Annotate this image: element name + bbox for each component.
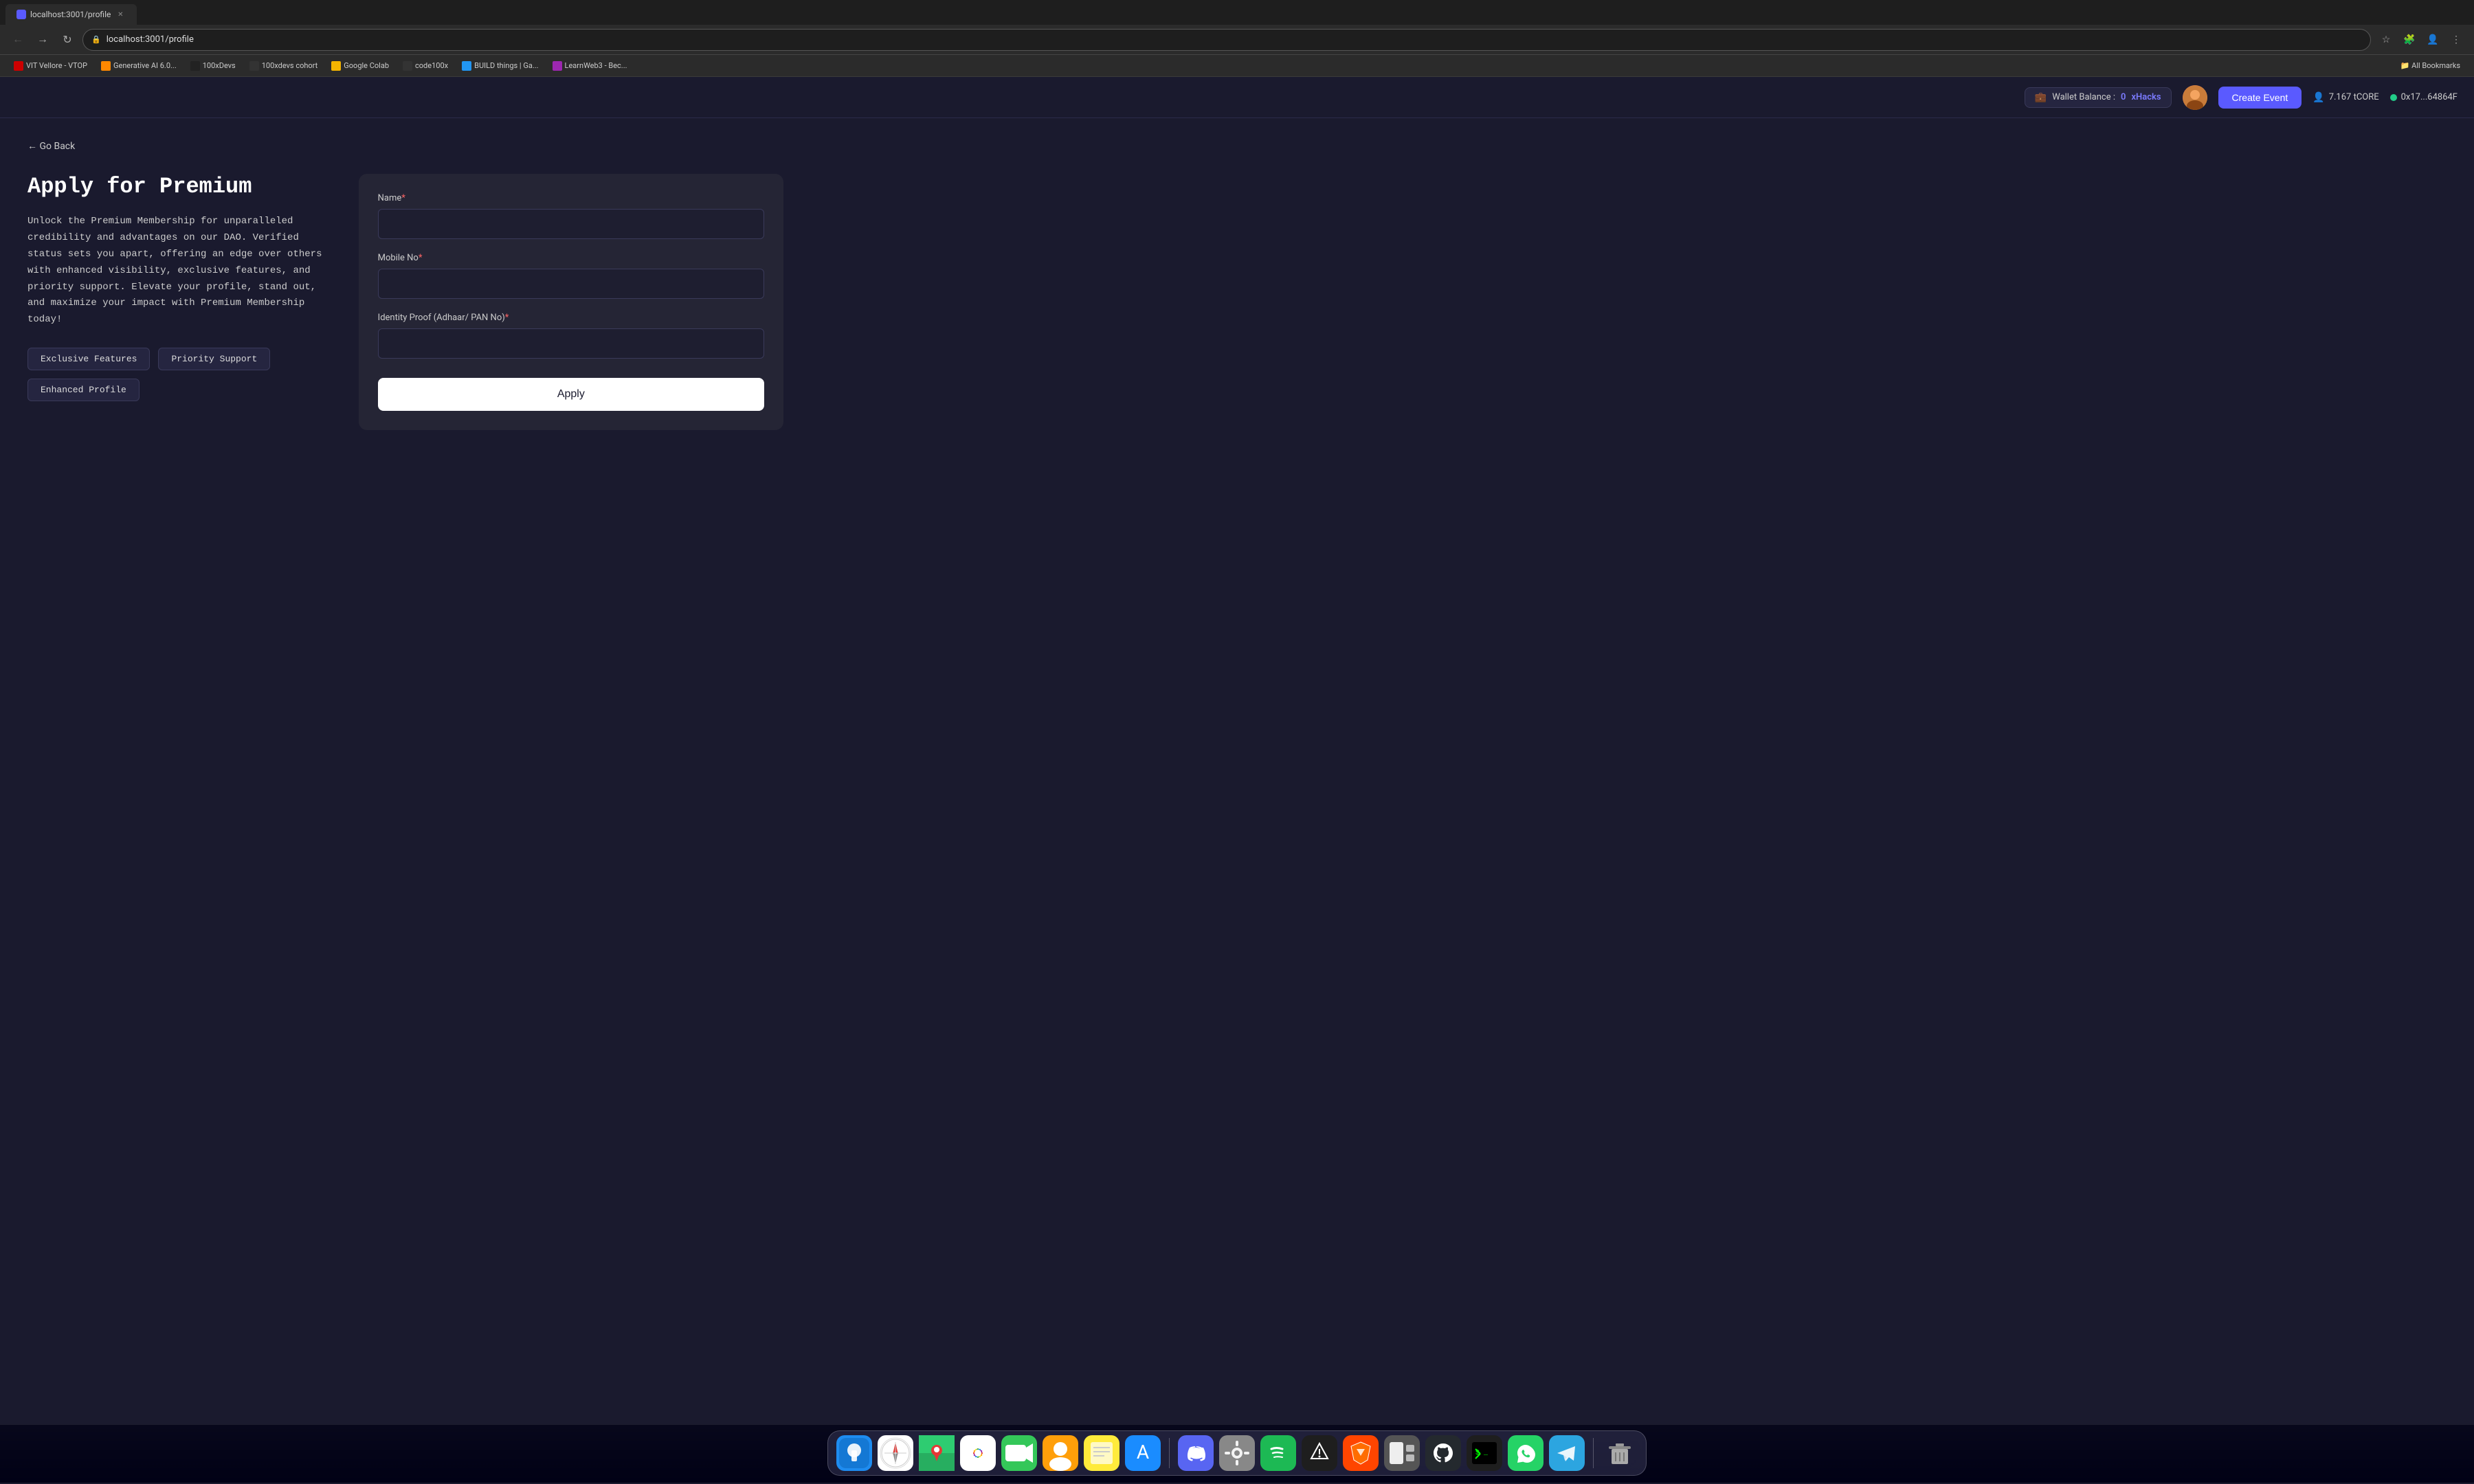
- dock-terminal[interactable]: $ _: [1467, 1435, 1502, 1471]
- identity-label: Identity Proof (Adhaar/ PAN No)*: [378, 313, 764, 323]
- dock-contacts[interactable]: [1043, 1435, 1078, 1471]
- dock-whatsapp[interactable]: [1508, 1435, 1544, 1471]
- dock-discord[interactable]: [1178, 1435, 1214, 1471]
- svg-text:A: A: [1137, 1441, 1149, 1463]
- form-panel: Name* Mobile No* Identity Proof (Adhaar/…: [359, 174, 783, 430]
- mobile-required: *: [419, 253, 423, 263]
- xhacks-currency: xHacks: [2131, 92, 2161, 102]
- bookmark-vtop[interactable]: VIT Vellore - VTOP: [8, 59, 93, 73]
- dock-safari[interactable]: [878, 1435, 913, 1471]
- dock-trash[interactable]: [1602, 1435, 1638, 1471]
- tcore-icon: 👤: [2313, 92, 2324, 103]
- bookmark-favicon-build: [462, 61, 471, 71]
- dock-separator-2: [1593, 1438, 1594, 1468]
- bookmark-favicon-cohort: [249, 61, 259, 71]
- dock-photos[interactable]: [960, 1435, 996, 1471]
- identity-required: *: [505, 313, 509, 323]
- name-input[interactable]: [378, 209, 764, 239]
- mobile-input[interactable]: [378, 269, 764, 299]
- mobile-group: Mobile No*: [378, 253, 764, 299]
- dock-github[interactable]: [1425, 1435, 1461, 1471]
- bookmark-favicon-colab: [331, 61, 341, 71]
- dock-brave[interactable]: [1343, 1435, 1379, 1471]
- bookmark-generative-ai[interactable]: Generative AI 6.0...: [96, 59, 182, 73]
- name-label: Name*: [378, 193, 764, 203]
- app-header: 💼 Wallet Balance : 0 xHacks Create Event…: [0, 77, 2474, 118]
- tab-title: localhost:3001/profile: [30, 10, 111, 19]
- badge-enhanced-profile[interactable]: Enhanced Profile: [27, 379, 140, 401]
- dock-telegram[interactable]: [1549, 1435, 1585, 1471]
- identity-group: Identity Proof (Adhaar/ PAN No)*: [378, 313, 764, 359]
- bookmark-all-bookmarks[interactable]: 📁 All Bookmarks: [2395, 59, 2466, 72]
- wallet-icon: 💼: [2035, 92, 2047, 103]
- dock-system-settings[interactable]: [1219, 1435, 1255, 1471]
- bookmark-favicon-ai: [101, 61, 111, 71]
- dock-maps[interactable]: [919, 1435, 955, 1471]
- bookmark-build-things[interactable]: BUILD things | Ga...: [456, 59, 544, 73]
- dock: A: [827, 1430, 1647, 1476]
- name-group: Name*: [378, 193, 764, 239]
- connection-status-dot: [2390, 94, 2397, 101]
- bookmark-code100x[interactable]: code100x: [397, 59, 454, 73]
- user-avatar[interactable]: [2183, 85, 2207, 110]
- dock-appstore[interactable]: A: [1125, 1435, 1161, 1471]
- bookmark-google-colab[interactable]: Google Colab: [326, 59, 394, 73]
- feature-badges: Exclusive Features Priority Support Enha…: [27, 348, 331, 401]
- url-text: localhost:3001/profile: [107, 34, 194, 45]
- identity-input[interactable]: [378, 328, 764, 359]
- wallet-address-text: 0x17...64864F: [2401, 92, 2458, 102]
- tcore-balance: 👤 7.167 tCORE: [2313, 92, 2378, 103]
- tab-close-btn[interactable]: ✕: [115, 9, 126, 20]
- badge-exclusive-features[interactable]: Exclusive Features: [27, 348, 150, 370]
- bookmark-100xdevs[interactable]: 100xDevs: [185, 59, 241, 73]
- bookmark-favicon-code100x: [403, 61, 412, 71]
- badge-priority-support[interactable]: Priority Support: [158, 348, 270, 370]
- extension-button[interactable]: 🧩: [2400, 30, 2419, 49]
- bookmark-favicon-100x: [190, 61, 200, 71]
- bookmark-star-button[interactable]: ☆: [2376, 30, 2396, 49]
- refresh-button[interactable]: ↻: [58, 30, 77, 49]
- bookmark-100xdevs-cohort[interactable]: 100xdevs cohort: [244, 59, 324, 73]
- page-description: Unlock the Premium Membership for unpara…: [27, 214, 331, 328]
- browser-chrome: localhost:3001/profile ✕ ← → ↻ 🔒 localho…: [0, 0, 2474, 77]
- content-grid: Apply for Premium Unlock the Premium Mem…: [27, 174, 783, 430]
- create-event-button[interactable]: Create Event: [2218, 87, 2302, 109]
- wallet-address: 0x17...64864F: [2390, 92, 2458, 102]
- bookmark-favicon-vtop: [14, 61, 23, 71]
- tcore-amount: 7.167 tCORE: [2329, 92, 2379, 102]
- dock-finder[interactable]: [836, 1435, 872, 1471]
- browser-toolbar: ← → ↻ 🔒 localhost:3001/profile ☆ 🧩 👤 ⋮: [0, 25, 2474, 55]
- dock-notes[interactable]: [1084, 1435, 1119, 1471]
- left-panel: Apply for Premium Unlock the Premium Mem…: [27, 174, 331, 430]
- dock-separator-1: [1169, 1438, 1170, 1468]
- address-bar[interactable]: 🔒 localhost:3001/profile: [82, 29, 2371, 51]
- apply-button[interactable]: Apply: [378, 378, 764, 411]
- back-button[interactable]: ←: [8, 30, 27, 49]
- page-title: Apply for Premium: [27, 174, 331, 200]
- toolbar-actions: ☆ 🧩 👤 ⋮: [2376, 30, 2466, 49]
- profile-button[interactable]: 👤: [2423, 30, 2442, 49]
- bookmark-learnweb3[interactable]: LearnWeb3 - Bec...: [547, 59, 633, 73]
- name-required: *: [401, 193, 405, 203]
- wallet-balance: 💼 Wallet Balance : 0 xHacks: [2025, 87, 2172, 108]
- bookmark-favicon-learnweb3: [553, 61, 562, 71]
- more-button[interactable]: ⋮: [2447, 30, 2466, 49]
- dock-spotify[interactable]: [1260, 1435, 1296, 1471]
- bookmarks-bar: VIT Vellore - VTOP Generative AI 6.0... …: [0, 55, 2474, 77]
- go-back-link[interactable]: ← Go Back: [27, 140, 2447, 152]
- go-back-label: ← Go Back: [27, 140, 75, 152]
- dock-container: A: [0, 1424, 2474, 1483]
- forward-button[interactable]: →: [33, 30, 52, 49]
- dock-facetime[interactable]: [1001, 1435, 1037, 1471]
- mobile-label: Mobile No*: [378, 253, 764, 263]
- xhacks-amount: 0: [2121, 92, 2126, 102]
- dock-stage-manager[interactable]: [1384, 1435, 1420, 1471]
- lock-icon: 🔒: [91, 35, 101, 44]
- wallet-label: Wallet Balance :: [2052, 92, 2115, 102]
- dock-clearance[interactable]: [1302, 1435, 1337, 1471]
- main-content: ← Go Back Apply for Premium Unlock the P…: [0, 118, 2474, 1484]
- tab-favicon: [16, 10, 26, 19]
- browser-tabs: localhost:3001/profile ✕: [0, 0, 2474, 25]
- active-tab[interactable]: localhost:3001/profile ✕: [5, 4, 137, 25]
